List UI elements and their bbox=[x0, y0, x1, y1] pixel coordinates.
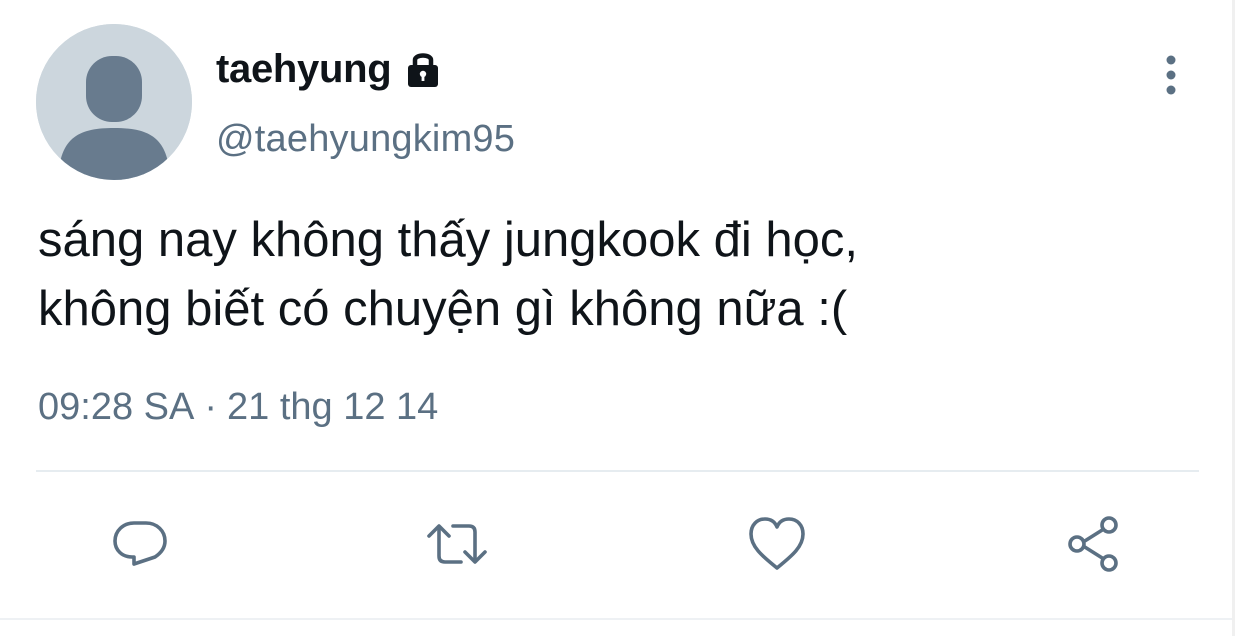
default-avatar-icon bbox=[36, 24, 192, 180]
more-vertical-icon[interactable] bbox=[1150, 52, 1192, 98]
tweet-card: taehyung @taehyungkim95 sáng nay không t… bbox=[0, 0, 1235, 636]
reply-icon bbox=[113, 521, 167, 566]
tweet-text-line-1: sáng nay không thấy jungkook đi học, bbox=[38, 213, 858, 267]
retweet-icon bbox=[427, 524, 487, 564]
share-icon bbox=[1068, 516, 1118, 572]
tweet-text: sáng nay không thấy jungkook đi học, khô… bbox=[38, 206, 1188, 344]
tweet-date: 21 thg 12 14 bbox=[227, 386, 439, 428]
divider bbox=[36, 470, 1199, 472]
card-bottom-border bbox=[0, 618, 1235, 620]
tweet-timestamp[interactable]: 09:28 SA · 21 thg 12 14 bbox=[38, 386, 438, 429]
retweet-button[interactable] bbox=[425, 512, 489, 576]
meta-separator: · bbox=[204, 386, 217, 428]
avatar[interactable] bbox=[36, 24, 192, 180]
lock-icon bbox=[408, 53, 439, 87]
share-button[interactable] bbox=[1062, 512, 1126, 576]
tweet-time: 09:28 SA bbox=[38, 386, 195, 428]
user-handle[interactable]: @taehyungkim95 bbox=[216, 118, 515, 161]
user-name-row: taehyung bbox=[216, 40, 447, 98]
display-name[interactable]: taehyung bbox=[216, 47, 392, 92]
reply-button[interactable] bbox=[108, 512, 172, 576]
like-button[interactable] bbox=[745, 512, 809, 576]
heart-icon bbox=[749, 517, 805, 570]
tweet-text-line-2: không biết có chuyện gì không nữa :( bbox=[38, 282, 848, 336]
